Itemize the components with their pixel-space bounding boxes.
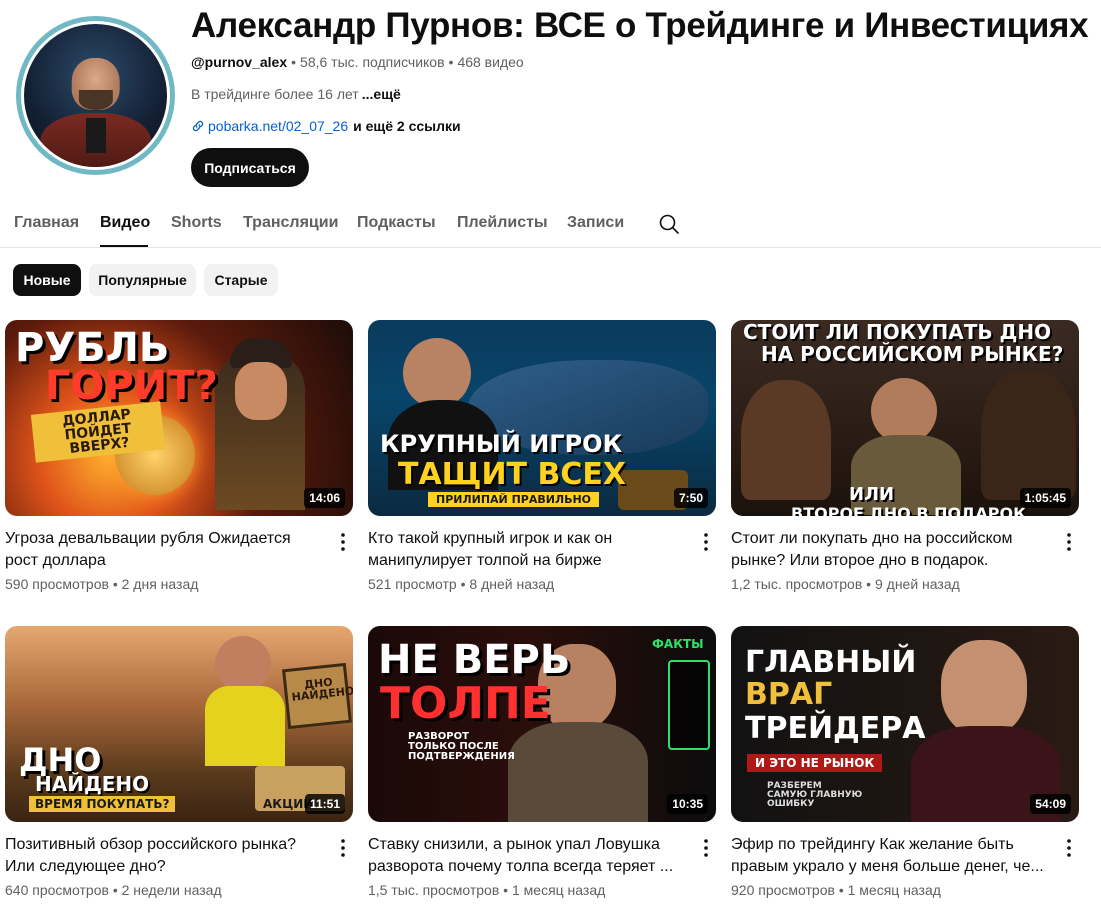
tab-podcasts[interactable]: Подкасты bbox=[357, 214, 436, 232]
video-duration: 54:09 bbox=[1030, 794, 1071, 814]
video-meta: 590 просмотров • 2 дня назад bbox=[5, 576, 199, 592]
video-meta: 1,5 тыс. просмотров • 1 месяц назад bbox=[368, 882, 606, 898]
video-title[interactable]: Кто такой крупный игрок и как он манипул… bbox=[368, 528, 688, 572]
thumb-text: ГЛАВНЫЙ bbox=[745, 645, 917, 680]
video-age: 9 дней назад bbox=[874, 576, 960, 592]
view-count: 1,2 тыс. просмотров bbox=[731, 576, 863, 592]
video-duration: 10:35 bbox=[667, 794, 708, 814]
thumb-text: СТОИТ ЛИ ПОКУПАТЬ ДНО bbox=[743, 320, 1052, 344]
subscriber-count: 58,6 тыс. подписчиков bbox=[300, 54, 445, 70]
channel-link[interactable]: pobarka.net/02_07_26 bbox=[208, 118, 348, 134]
video-thumbnail[interactable]: КРУПНЫЙ ИГРОК ТАЩИТ ВСЕХ ПРИЛИПАЙ ПРАВИЛ… bbox=[368, 320, 716, 516]
description-text: В трейдинге более 16 лет bbox=[191, 86, 359, 102]
more-vert-icon[interactable] bbox=[335, 838, 351, 858]
video-age: 1 месяц назад bbox=[511, 882, 606, 898]
video-age: 8 дней назад bbox=[469, 576, 555, 592]
tab-posts[interactable]: Записи bbox=[567, 214, 624, 232]
tab-videos[interactable]: Видео bbox=[100, 214, 150, 232]
view-count: 920 просмотров bbox=[731, 882, 835, 898]
more-vert-icon[interactable] bbox=[1061, 532, 1077, 552]
thumb-text: РАЗБЕРЕМ САМУЮ ГЛАВНУЮ ОШИБКУ bbox=[767, 781, 863, 809]
chip-popular[interactable]: Популярные bbox=[89, 264, 196, 296]
more-links-button[interactable]: и ещё 2 ссылки bbox=[353, 118, 460, 134]
video-thumbnail[interactable]: ДНО НАЙДЕНО ВРЕМЯ ПОКУПАТЬ? ДНО НАЙДЕНО … bbox=[5, 626, 353, 822]
avatar-photo bbox=[21, 21, 170, 170]
video-duration: 7:50 bbox=[673, 488, 708, 508]
channel-meta: @purnov_alex • 58,6 тыс. подписчиков • 468 в… bbox=[191, 54, 524, 70]
thumb-text: НАЙДЕНО bbox=[35, 772, 150, 796]
view-count: 521 просмотр bbox=[368, 576, 457, 592]
video-title[interactable]: Эфир по трейдингу Как желание быть правы… bbox=[731, 834, 1051, 878]
video-age: 2 дня назад bbox=[121, 576, 199, 592]
active-tab-indicator bbox=[100, 245, 148, 247]
thumb-text: ТАЩИТ ВСЕХ bbox=[398, 457, 626, 492]
thumb-text: ДНО НАЙДЕНО bbox=[291, 675, 353, 704]
chip-newest[interactable]: Новые bbox=[13, 264, 81, 296]
more-vert-icon[interactable] bbox=[698, 838, 714, 858]
channel-handle: @purnov_alex bbox=[191, 54, 288, 70]
thumb-text: НЕ ВЕРЬ bbox=[378, 637, 571, 683]
video-meta: 521 просмотр • 8 дней назад bbox=[368, 576, 555, 592]
channel-tabs: Главная Видео Shorts Трансляции Подкасты… bbox=[0, 198, 1101, 248]
tab-shorts[interactable]: Shorts bbox=[171, 214, 222, 232]
chip-oldest[interactable]: Старые bbox=[204, 264, 278, 296]
video-meta: 1,2 тыс. просмотров • 9 дней назад bbox=[731, 576, 960, 592]
thumb-text: ИЛИ bbox=[849, 484, 895, 505]
channel-links: pobarka.net/02_07_26 и ещё 2 ссылки bbox=[191, 118, 461, 134]
tab-playlists[interactable]: Плейлисты bbox=[457, 214, 548, 232]
video-duration: 1:05:45 bbox=[1019, 488, 1071, 508]
more-vert-icon[interactable] bbox=[1061, 838, 1077, 858]
thumb-text: ВРАГ bbox=[745, 677, 833, 712]
thumb-text: ТРЕЙДЕРА bbox=[745, 711, 926, 746]
subscribe-button[interactable]: Подписаться bbox=[191, 148, 309, 187]
thumb-text: ГОРИТ? bbox=[45, 363, 218, 409]
thumb-text: РУБЛЬ bbox=[15, 325, 170, 371]
channel-description[interactable]: В трейдинге более 16 лет ...ещё bbox=[191, 86, 401, 102]
view-count: 590 просмотров bbox=[5, 576, 109, 592]
video-duration: 14:06 bbox=[304, 488, 345, 508]
thumb-text: ФАКТЫ bbox=[652, 637, 704, 651]
video-age: 1 месяц назад bbox=[847, 882, 941, 898]
thumb-text: ПРИЛИПАЙ ПРАВИЛЬНО bbox=[428, 492, 600, 507]
video-meta: 640 просмотров • 2 недели назад bbox=[5, 882, 222, 898]
tab-home[interactable]: Главная bbox=[14, 214, 79, 232]
channel-title: Александр Пурнов: ВСЕ о Трейдинге и Инве… bbox=[191, 6, 1089, 45]
video-meta: 920 просмотров • 1 месяц назад bbox=[731, 882, 941, 898]
thumb-text: ВТОРОЕ ДНО В ПОДАРОК bbox=[791, 504, 1027, 517]
thumb-text: КРУПНЫЙ ИГРОК bbox=[380, 430, 623, 458]
description-more-button[interactable]: ...ещё bbox=[362, 86, 401, 102]
video-thumbnail[interactable]: РУБЛЬ ГОРИТ? ДОЛЛАР ПОЙДЕТ ВВЕРХ? 14:06 bbox=[5, 320, 353, 516]
video-title[interactable]: Стоит ли покупать дно на российском рынк… bbox=[731, 528, 1051, 572]
view-count: 640 просмотров bbox=[5, 882, 109, 898]
channel-avatar[interactable] bbox=[16, 16, 175, 175]
more-vert-icon[interactable] bbox=[335, 532, 351, 552]
view-count: 1,5 тыс. просмотров bbox=[368, 882, 500, 898]
thumb-text: НА РОССИЙСКОМ РЫНКЕ? bbox=[761, 342, 1064, 366]
video-title[interactable]: Позитивный обзор российского рынка? Или … bbox=[5, 834, 325, 878]
video-age: 2 недели назад bbox=[121, 882, 222, 898]
thumb-text: ВРЕМЯ ПОКУПАТЬ? bbox=[29, 796, 176, 812]
video-title[interactable]: Ставку снизили, а рынок упал Ловушка раз… bbox=[368, 834, 688, 878]
video-thumbnail[interactable]: НЕ ВЕРЬ ТОЛПЕ РАЗВОРОТ ТОЛЬКО ПОСЛЕ ПОДТ… bbox=[368, 626, 716, 822]
search-icon[interactable] bbox=[657, 212, 681, 236]
thumb-text: РАЗВОРОТ ТОЛЬКО ПОСЛЕ ПОДТВЕРЖДЕНИЯ bbox=[408, 731, 515, 762]
thumb-text: И ЭТО НЕ РЫНОК bbox=[747, 754, 883, 772]
link-icon bbox=[192, 120, 204, 132]
video-count: 468 видео bbox=[457, 54, 524, 70]
thumb-text: ТОЛПЕ bbox=[380, 678, 551, 729]
video-duration: 11:51 bbox=[304, 794, 345, 814]
video-thumbnail[interactable]: ГЛАВНЫЙ ВРАГ ТРЕЙДЕРА И ЭТО НЕ РЫНОК РАЗ… bbox=[731, 626, 1079, 822]
video-thumbnail[interactable]: СТОИТ ЛИ ПОКУПАТЬ ДНО НА РОССИЙСКОМ РЫНК… bbox=[731, 320, 1079, 516]
tab-live[interactable]: Трансляции bbox=[243, 214, 338, 232]
video-title[interactable]: Угроза девальвации рубля Ожидается рост … bbox=[5, 528, 325, 572]
more-vert-icon[interactable] bbox=[698, 532, 714, 552]
